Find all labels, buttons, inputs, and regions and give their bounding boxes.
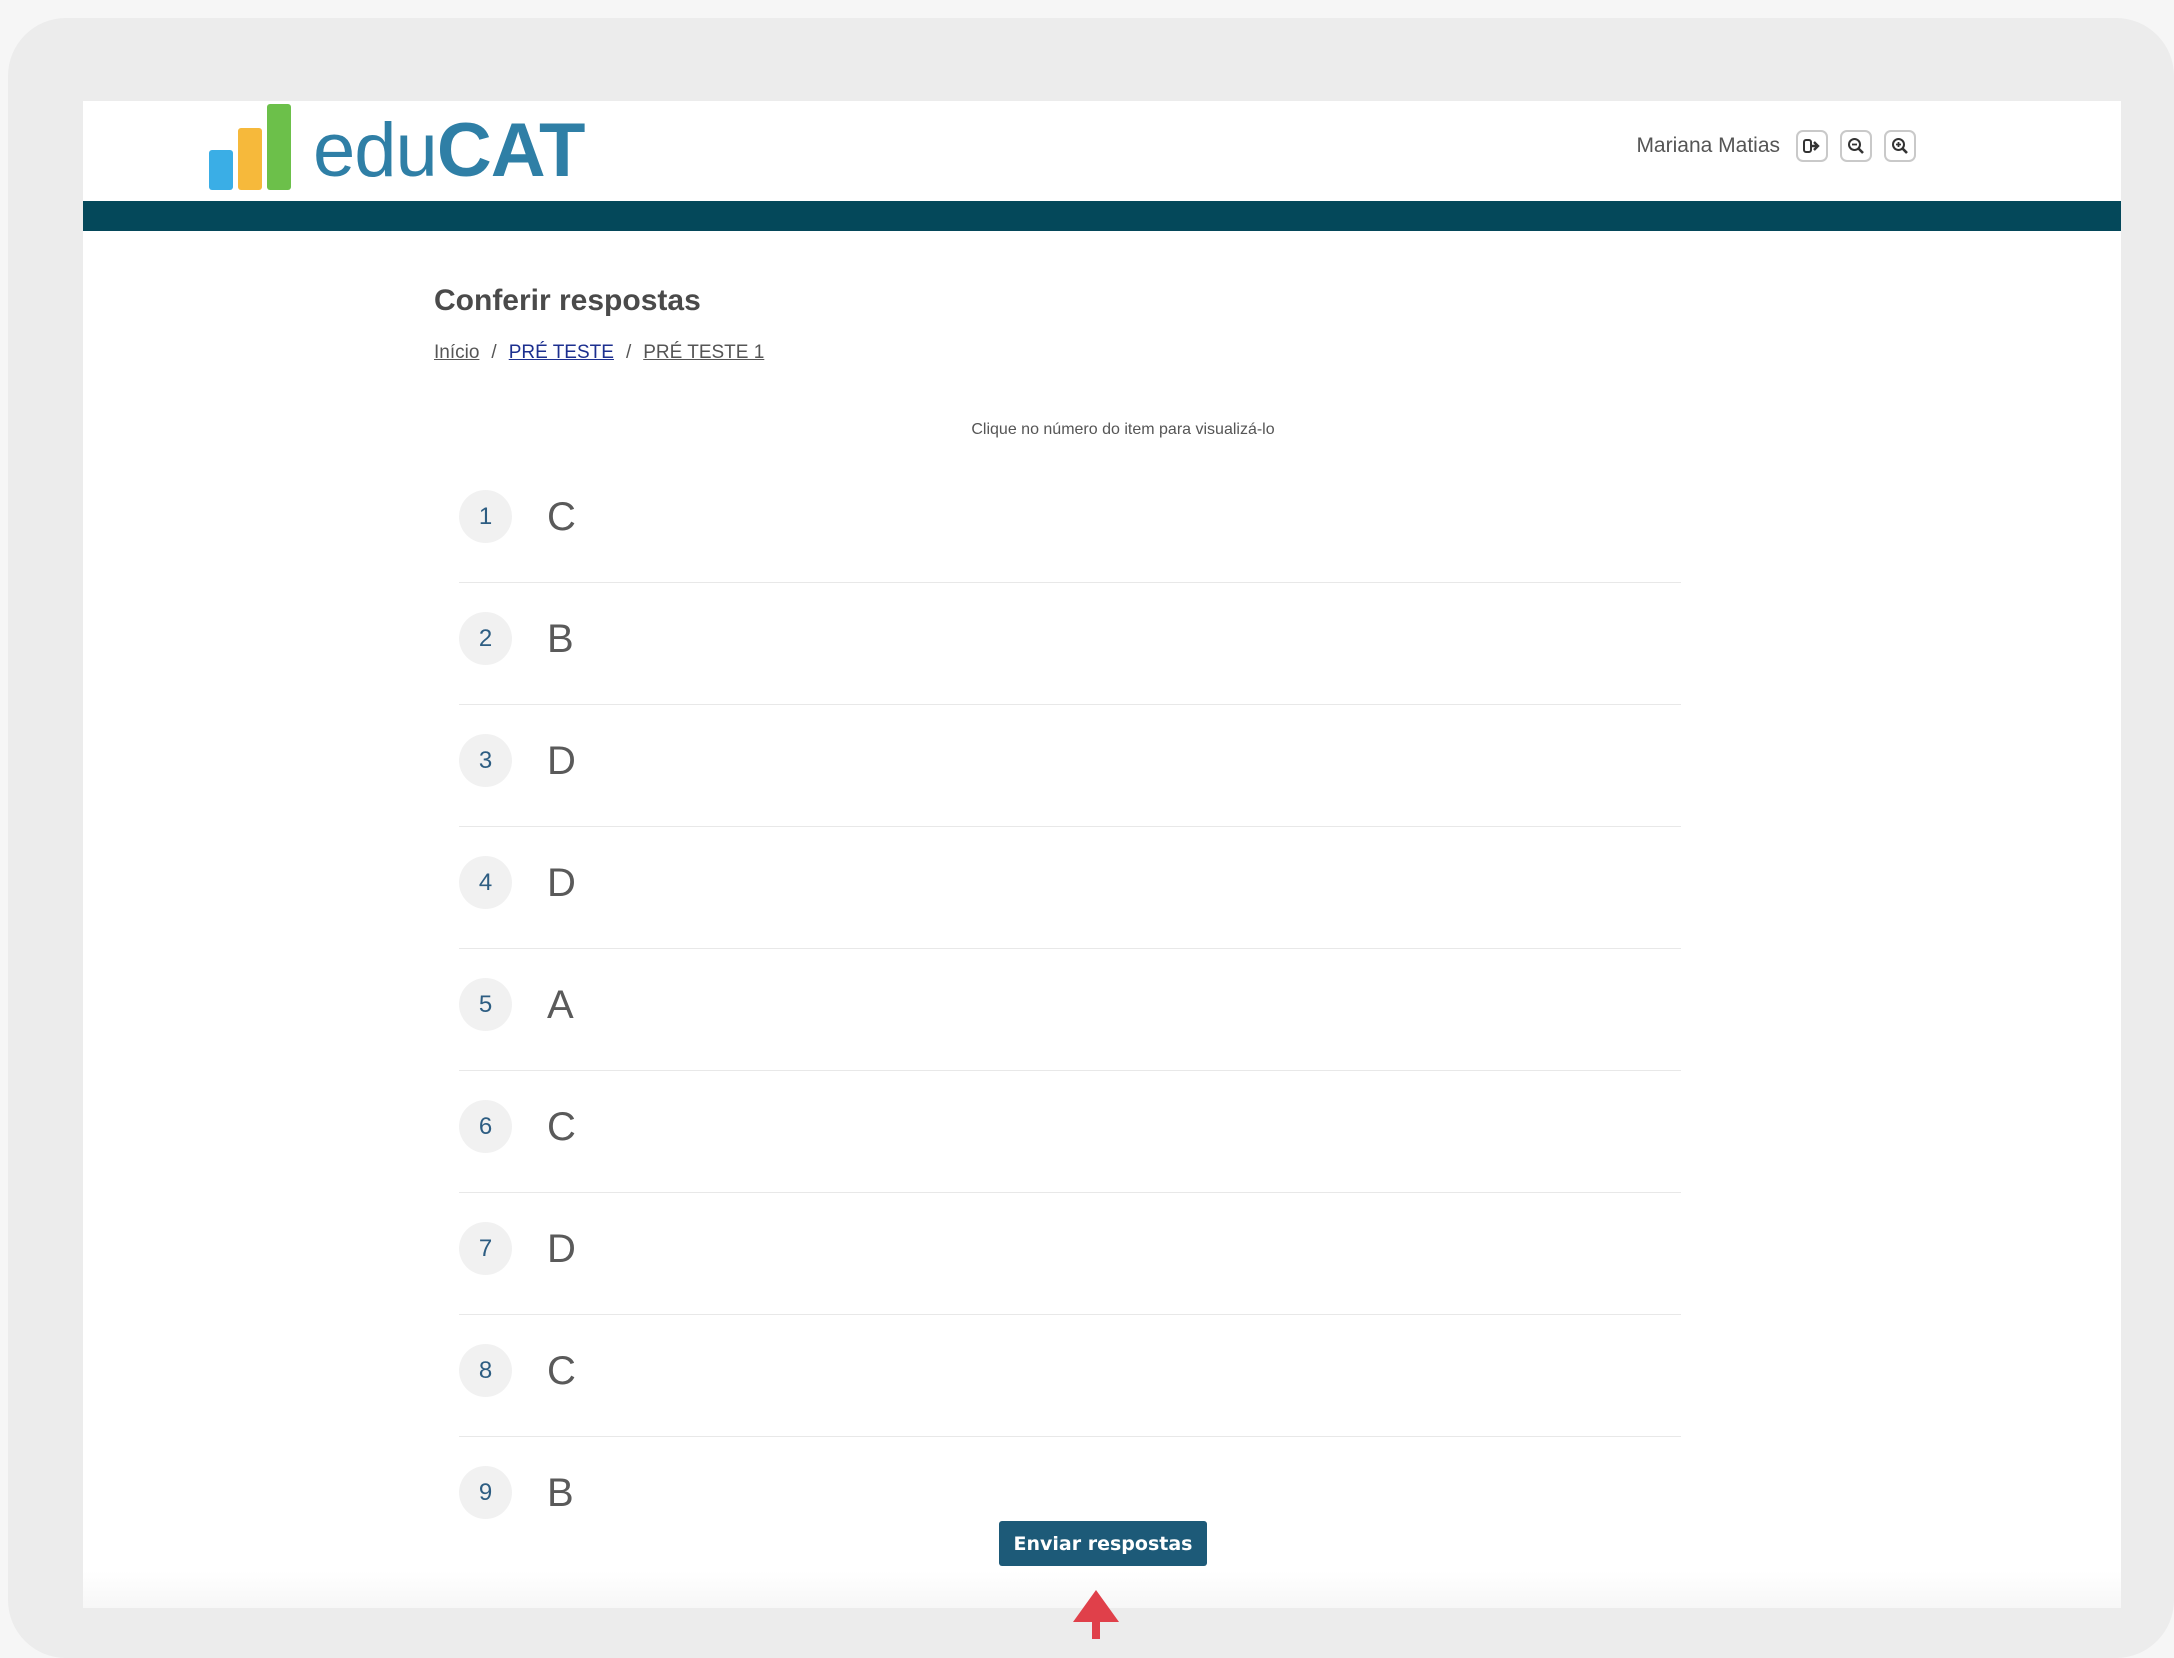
answer-row: 7 D bbox=[459, 1193, 1681, 1315]
breadcrumb-pre-teste-1[interactable]: PRÉ TESTE 1 bbox=[643, 342, 764, 364]
answer-row: 2 B bbox=[459, 583, 1681, 705]
item-number-button[interactable]: 3 bbox=[459, 734, 512, 787]
breadcrumb-inicio[interactable]: Início bbox=[434, 342, 479, 364]
zoom-out-button[interactable] bbox=[1840, 130, 1872, 162]
item-number-button[interactable]: 1 bbox=[459, 490, 512, 543]
answer-letter: D bbox=[547, 861, 576, 905]
answer-letter: C bbox=[547, 1349, 576, 1393]
answer-row: 1 C bbox=[459, 461, 1681, 583]
hint-text: Clique no número do item para visualizá-… bbox=[971, 421, 1275, 438]
logo-text: eduCAT bbox=[313, 108, 586, 194]
app-screen: eduCAT Mariana Matias Conferir respostas… bbox=[83, 101, 2121, 1608]
breadcrumb: Início / PRÉ TESTE / PRÉ TESTE 1 bbox=[434, 342, 764, 364]
answer-row: 4 D bbox=[459, 827, 1681, 949]
item-number-button[interactable]: 2 bbox=[459, 612, 512, 665]
item-number-button[interactable]: 4 bbox=[459, 856, 512, 909]
answer-row: 8 C bbox=[459, 1315, 1681, 1437]
header-band bbox=[83, 201, 2121, 231]
user-area: Mariana Matias bbox=[1636, 130, 1916, 162]
user-name: Mariana Matias bbox=[1636, 134, 1780, 157]
pointer-arrow-icon bbox=[1073, 1590, 1119, 1639]
app-header: eduCAT Mariana Matias bbox=[83, 101, 2121, 201]
device-frame: eduCAT Mariana Matias Conferir respostas… bbox=[8, 18, 2174, 1658]
item-number-button[interactable]: 9 bbox=[459, 1466, 512, 1519]
educat-logo[interactable]: eduCAT bbox=[209, 104, 586, 194]
breadcrumb-separator: / bbox=[491, 342, 497, 363]
item-number-button[interactable]: 8 bbox=[459, 1344, 512, 1397]
zoom-out-icon bbox=[1848, 138, 1864, 154]
answer-letter: D bbox=[547, 739, 576, 783]
submit-answers-button[interactable]: Enviar respostas bbox=[999, 1521, 1207, 1566]
answer-row: 6 C bbox=[459, 1071, 1681, 1193]
answer-letter: B bbox=[547, 1471, 574, 1515]
logo-text-light: edu bbox=[313, 108, 438, 193]
breadcrumb-pre-teste[interactable]: PRÉ TESTE bbox=[509, 342, 614, 364]
item-number-button[interactable]: 6 bbox=[459, 1100, 512, 1153]
answers-list: 1 C 2 B 3 D 4 D 5 A 6 C 7 D 8 C 9 B bbox=[459, 461, 1681, 1558]
item-number-button[interactable]: 7 bbox=[459, 1222, 512, 1275]
answer-row: 3 D bbox=[459, 705, 1681, 827]
answer-letter: D bbox=[547, 1227, 576, 1271]
answer-letter: A bbox=[547, 983, 574, 1027]
page-title: Conferir respostas bbox=[434, 284, 701, 317]
zoom-in-button[interactable] bbox=[1884, 130, 1916, 162]
zoom-in-icon bbox=[1892, 138, 1908, 154]
answer-letter: B bbox=[547, 617, 574, 661]
answer-letter: C bbox=[547, 495, 576, 539]
item-number-button[interactable]: 5 bbox=[459, 978, 512, 1031]
logo-text-bold: CAT bbox=[436, 108, 586, 193]
logo-bars-icon bbox=[209, 104, 291, 194]
logout-icon bbox=[1803, 139, 1820, 153]
answer-row: 5 A bbox=[459, 949, 1681, 1071]
logout-button[interactable] bbox=[1796, 130, 1828, 162]
answer-letter: C bbox=[547, 1105, 576, 1149]
breadcrumb-separator: / bbox=[625, 342, 632, 363]
